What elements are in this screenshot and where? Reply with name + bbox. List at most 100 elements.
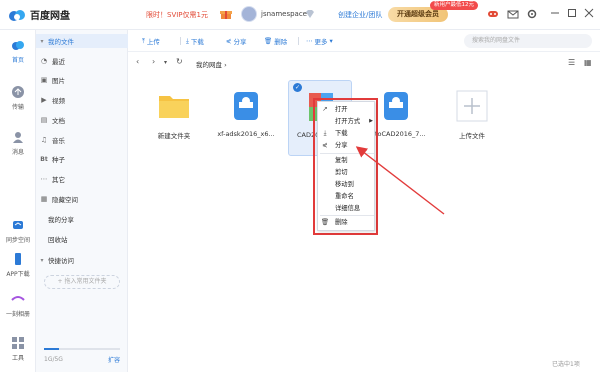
menu-item-rename[interactable]: 重命名 bbox=[318, 191, 376, 202]
more-dots-icon: ⋯ bbox=[306, 37, 313, 45]
nav-label: 工具 bbox=[11, 355, 24, 362]
sidebar-my-share[interactable]: 我的分享 bbox=[36, 212, 128, 226]
back-icon[interactable]: ‹ bbox=[136, 57, 139, 66]
username[interactable]: jsnamespace bbox=[261, 10, 307, 18]
sidebar-item-label: 音乐 bbox=[52, 137, 65, 145]
gift-icon[interactable] bbox=[220, 8, 232, 20]
upload-button[interactable]: ⤒ 上传 bbox=[142, 36, 160, 47]
installer-icon bbox=[384, 92, 408, 120]
sidebar-item-other[interactable]: ⋯ 其它 bbox=[36, 172, 128, 186]
menu-item-download[interactable]: ⤓ 下载 bbox=[318, 128, 376, 139]
selection-status: 已选中1项 bbox=[552, 361, 580, 368]
quick-access-add-folder[interactable]: + 拖入常用文件夹 bbox=[44, 275, 120, 289]
search-input[interactable]: 搜索我的网盘文件 bbox=[464, 34, 592, 48]
share-button[interactable]: ⋞ 分享 bbox=[226, 36, 246, 46]
sidebar-recycle-bin[interactable]: 回收站 bbox=[36, 232, 128, 246]
document-icon: ▤ bbox=[40, 116, 48, 124]
sidebar-item-label: 视频 bbox=[52, 97, 65, 105]
home-cloud-icon bbox=[12, 41, 24, 50]
sidebar-item-torrent[interactable]: Bt 种子 bbox=[36, 152, 128, 166]
chevron-down-icon[interactable]: ▾ bbox=[164, 59, 167, 66]
game-icon[interactable] bbox=[487, 8, 499, 20]
nav-transfer[interactable]: 传输 bbox=[0, 85, 36, 111]
top-bar: 百度网盘 限时！SVIP仅需1元 jsnamespace 创建企业/团队 开通超… bbox=[0, 0, 600, 30]
minimize-icon[interactable] bbox=[550, 8, 560, 18]
image-icon: ▣ bbox=[40, 76, 48, 84]
nav-tools[interactable]: 工具 bbox=[0, 336, 36, 362]
more-button[interactable]: ⋯ 更多 ▾ bbox=[306, 36, 333, 46]
settings-gear-icon[interactable] bbox=[526, 8, 538, 20]
menu-item-details[interactable]: 详细信息 bbox=[318, 203, 376, 214]
storage-quota-text: 1G/5G bbox=[44, 356, 63, 363]
menu-item-open[interactable]: ↗ 打开 bbox=[318, 104, 376, 115]
nav-label: 同步空间 bbox=[5, 237, 30, 244]
svip-promo-link[interactable]: 限时！SVIP仅需1元 bbox=[146, 10, 208, 20]
sync-space-icon bbox=[13, 221, 23, 229]
app-logo[interactable]: 百度网盘 bbox=[8, 7, 70, 22]
nav-sync-space[interactable]: 同步空间 bbox=[0, 218, 36, 244]
menu-item-open-with[interactable]: 打开方式 ▶ bbox=[318, 116, 376, 127]
file-item-installer[interactable]: xf-adsk2016_x6... bbox=[214, 80, 278, 156]
transfer-icon bbox=[12, 86, 24, 98]
menu-item-share[interactable]: ⋞ 分享 bbox=[318, 140, 376, 151]
sidebar-item-label: 图片 bbox=[52, 77, 65, 85]
nav-home[interactable]: 首页 bbox=[0, 38, 36, 64]
close-icon[interactable] bbox=[584, 8, 594, 18]
sidebar-item-label: 我的分享 bbox=[48, 216, 74, 224]
chevron-down-icon: ▾ bbox=[329, 37, 333, 45]
expand-storage-link[interactable]: 扩容 bbox=[108, 355, 120, 364]
nav-message[interactable]: 消息 bbox=[0, 130, 36, 156]
sidebar-item-documents[interactable]: ▤ 文档 bbox=[36, 113, 128, 127]
app-title: 百度网盘 bbox=[30, 11, 70, 22]
sidebar-item-recent[interactable]: ◔ 最近 bbox=[36, 54, 128, 68]
mail-icon[interactable] bbox=[507, 8, 519, 20]
sidebar-item-hidden-space[interactable]: ▦ 隐藏空间 bbox=[36, 192, 128, 206]
sidebar-my-files[interactable]: ▾ 我的文件 bbox=[36, 34, 128, 48]
sidebar-item-label: 其它 bbox=[52, 176, 65, 184]
context-menu: ↗ 打开 打开方式 ▶ ⤓ 下载 ⋞ 分享 复制 剪切 移动到 重命名 详细信息… bbox=[317, 101, 375, 231]
sidebar-item-video[interactable]: ▶ 视频 bbox=[36, 93, 128, 107]
nav-label: 消息 bbox=[11, 149, 24, 156]
create-business-link[interactable]: 创建企业/团队 bbox=[338, 10, 382, 20]
sidebar-item-images[interactable]: ▣ 图片 bbox=[36, 73, 128, 87]
menu-item-delete[interactable]: 🗑︎ 删除 bbox=[318, 217, 376, 228]
menu-item-move-to[interactable]: 移动到 bbox=[318, 179, 376, 190]
nav-label: 传输 bbox=[11, 104, 24, 111]
file-item-folder[interactable]: 新建文件夹 bbox=[142, 80, 206, 156]
chevron-right-icon: ▶ bbox=[369, 118, 373, 124]
baidu-netdisk-logo-icon bbox=[9, 9, 25, 21]
download-icon: ⤓ bbox=[186, 36, 189, 45]
path-bar: ‹ › ▾ ↻ 我的网盘 › ☰ ▦ bbox=[128, 54, 600, 72]
clock-icon: ◔ bbox=[40, 57, 48, 65]
sidebar-item-label: 隐藏空间 bbox=[52, 196, 78, 204]
sidebar-item-label: 文档 bbox=[52, 117, 65, 125]
trash-icon: 🗑︎ bbox=[320, 218, 330, 226]
share-icon: ⋞ bbox=[226, 37, 232, 45]
forward-icon[interactable]: › bbox=[152, 57, 155, 66]
chevron-down-icon: ▾ bbox=[40, 256, 44, 264]
music-icon: ♫ bbox=[40, 136, 48, 144]
grid-view-icon[interactable]: ▦ bbox=[584, 58, 592, 67]
maximize-icon[interactable] bbox=[567, 8, 577, 18]
breadcrumb[interactable]: 我的网盘 › bbox=[196, 59, 227, 69]
sort-icon[interactable]: ☰ bbox=[568, 58, 575, 67]
checkbox-checked-icon[interactable]: ✓ bbox=[293, 83, 302, 92]
menu-item-copy[interactable]: 复制 bbox=[318, 155, 376, 166]
share-icon: ⋞ bbox=[322, 141, 328, 149]
file-item-upload[interactable]: 上传文件 bbox=[440, 80, 504, 156]
nav-app-download[interactable]: APP下载 bbox=[0, 252, 36, 278]
vip-diamond-icon[interactable] bbox=[305, 10, 315, 18]
user-avatar[interactable] bbox=[241, 6, 257, 22]
sidebar-quick-access[interactable]: ▾ 快捷访问 bbox=[36, 253, 128, 267]
nav-label: 一刻相册 bbox=[5, 311, 30, 318]
refresh-icon[interactable]: ↻ bbox=[176, 57, 183, 66]
menu-item-cut[interactable]: 剪切 bbox=[318, 167, 376, 178]
more-dots-icon: ⋯ bbox=[40, 175, 48, 183]
delete-button[interactable]: 🗑︎ 删除 bbox=[264, 36, 287, 46]
download-button[interactable]: ⤓ 下载 bbox=[186, 36, 204, 47]
storage-quota-bar bbox=[44, 348, 120, 350]
nav-album[interactable]: 一刻相册 bbox=[0, 292, 36, 318]
album-icon bbox=[11, 296, 25, 301]
add-upload-icon bbox=[456, 90, 488, 122]
sidebar-item-music[interactable]: ♫ 音乐 bbox=[36, 133, 128, 147]
